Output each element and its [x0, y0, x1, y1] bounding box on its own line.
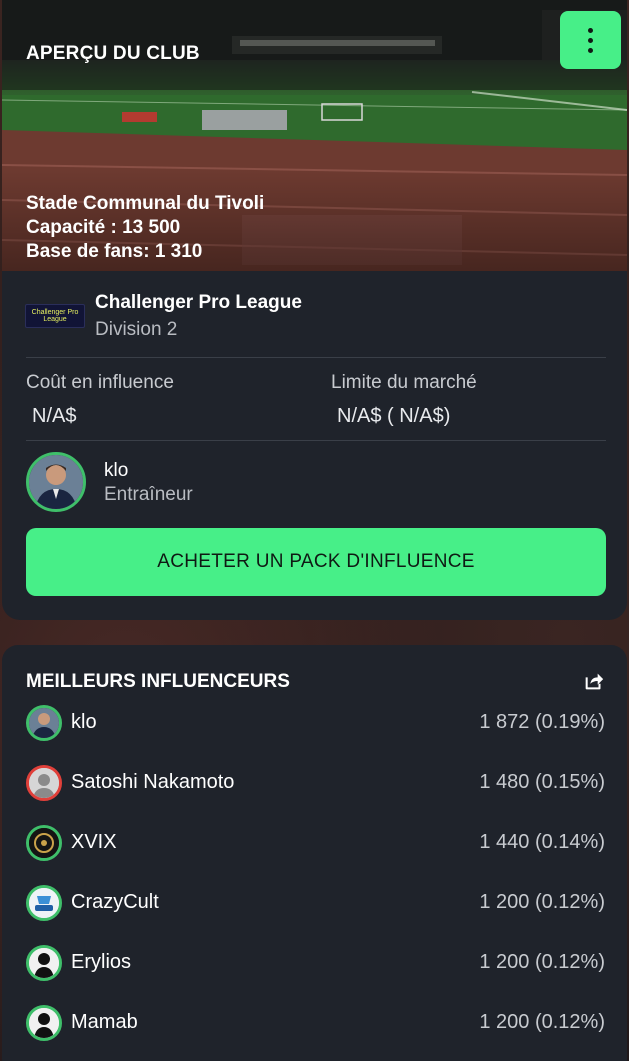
- influencer-name: klo: [71, 711, 97, 733]
- default-user-icon: [26, 945, 62, 981]
- coach-avatar[interactable]: [26, 452, 86, 512]
- default-user-icon: [26, 1005, 62, 1041]
- influencer-row[interactable]: Satoshi Nakamoto 1 480 (0.15%): [2, 765, 627, 825]
- club-overview-card: APERÇU DU CLUB Stade Communal du Tivoli …: [2, 0, 627, 620]
- divider: [26, 357, 606, 358]
- stadium-capacity: Capacité : 13 500: [26, 217, 181, 238]
- coach-role: Entraîneur: [104, 484, 193, 505]
- influencers-title: MEILLEURS INFLUENCEURS: [26, 671, 290, 692]
- league-division: Division 2: [95, 319, 178, 340]
- influencer-name: Satoshi Nakamoto: [71, 771, 235, 793]
- more-vertical-icon-dot: [588, 37, 593, 43]
- divider: [26, 440, 606, 441]
- influencer-name: XVIX: [71, 831, 117, 853]
- influencer-name: Mamab: [71, 1011, 138, 1033]
- league-logo: Challenger Pro League: [25, 304, 85, 328]
- influencer-name: Erylios: [71, 951, 132, 973]
- stadium-image: APERÇU DU CLUB Stade Communal du Tivoli …: [2, 0, 627, 271]
- influencer-row[interactable]: Erylios 1 200 (0.12%): [2, 945, 627, 1005]
- market-limit-label: Limite du marché: [331, 372, 477, 393]
- influencer-row[interactable]: klo 1 872 (0.19%): [2, 705, 627, 765]
- influencer-row[interactable]: Mamab 1 200 (0.12%): [2, 1005, 627, 1061]
- page-title: APERÇU DU CLUB: [26, 43, 200, 64]
- influence-cost-label: Coût en influence: [26, 372, 174, 393]
- buy-influence-pack-button[interactable]: ACHETER UN PACK D'INFLUENCE: [26, 528, 606, 596]
- blue-logo-icon: [26, 885, 62, 921]
- influencer-score: 1 440 (0.14%): [479, 831, 605, 853]
- top-influencers-card: MEILLEURS INFLUENCEURS klo 1 872 (0.19%)…: [2, 645, 627, 1061]
- influencer-row[interactable]: CrazyCult 1 200 (0.12%): [2, 885, 627, 945]
- influencer-score: 1 200 (0.12%): [479, 891, 605, 913]
- league-logo-text: Challenger Pro League: [31, 309, 79, 323]
- default-user-icon: [26, 765, 62, 801]
- share-icon[interactable]: [583, 670, 605, 692]
- influencer-score: 1 872 (0.19%): [479, 711, 605, 733]
- influencer-name: CrazyCult: [71, 891, 159, 913]
- market-limit-value: N/A$ ( N/A$): [337, 405, 451, 427]
- influencer-row[interactable]: XVIX 1 440 (0.14%): [2, 825, 627, 885]
- influencer-score: 1 200 (0.12%): [479, 951, 605, 973]
- more-options-button[interactable]: [560, 11, 621, 69]
- league-name: Challenger Pro League: [95, 292, 302, 313]
- influence-cost-value: N/A$: [32, 405, 77, 427]
- dark-emblem-icon: [26, 825, 62, 861]
- fan-base: Base de fans: 1 310: [26, 241, 203, 262]
- stadium-name: Stade Communal du Tivoli: [26, 193, 265, 214]
- coach-name: klo: [104, 460, 129, 481]
- person-photo-icon: [29, 455, 83, 509]
- stadium-info: Stade Communal du Tivoli Capacité : 13 5…: [26, 192, 264, 264]
- influencer-score: 1 480 (0.15%): [479, 771, 605, 793]
- coach-photo-icon: [26, 705, 62, 741]
- influencer-score: 1 200 (0.12%): [479, 1011, 605, 1033]
- more-vertical-icon-dot: [588, 47, 593, 53]
- more-vertical-icon-dot: [588, 27, 593, 33]
